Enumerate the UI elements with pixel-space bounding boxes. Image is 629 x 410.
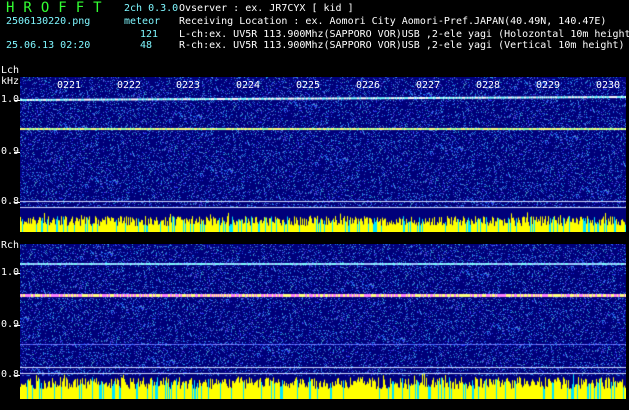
app-logo: HROFFT xyxy=(6,0,111,16)
filename-label: 2506130220.png xyxy=(6,16,91,27)
time-label: 0230 xyxy=(596,80,621,91)
lch-spectrogram: 0221 0222 0223 0224 0225 0226 0227 0228 … xyxy=(20,77,626,232)
mode-label: 2ch 0.3.0 xyxy=(124,3,179,14)
location-info: Receiving Location : ex. Aomori City Aom… xyxy=(179,16,607,27)
time-label: 0222 xyxy=(117,80,142,91)
meteor-count-rch: 48 xyxy=(140,40,153,51)
rch-info: R-ch:ex. UV5R 113.900Mhz(SAPPORO VOR)USB… xyxy=(179,40,625,51)
lch-spectrogram-canvas xyxy=(20,77,626,232)
time-label: 0223 xyxy=(176,80,201,91)
time-label: 0221 xyxy=(57,80,82,91)
lch-channel-label: Lch xyxy=(1,65,20,76)
lch-unit-label: kHz xyxy=(1,76,20,87)
rch-spectrogram xyxy=(20,244,626,399)
time-label: 0225 xyxy=(296,80,321,91)
time-label: 0226 xyxy=(356,80,381,91)
rch-spectrogram-canvas xyxy=(20,244,626,399)
meteor-label: meteor xyxy=(124,16,161,27)
rch-channel-label: Rch xyxy=(1,240,20,251)
datetime-label: 25.06.13 02:20 xyxy=(6,40,91,51)
time-label: 0227 xyxy=(416,80,441,91)
observer-info: Ovserver : ex. JR7CYX [ kid ] xyxy=(179,3,354,14)
time-label: 0229 xyxy=(536,80,561,91)
time-label: 0228 xyxy=(476,80,501,91)
time-label: 0224 xyxy=(236,80,261,91)
